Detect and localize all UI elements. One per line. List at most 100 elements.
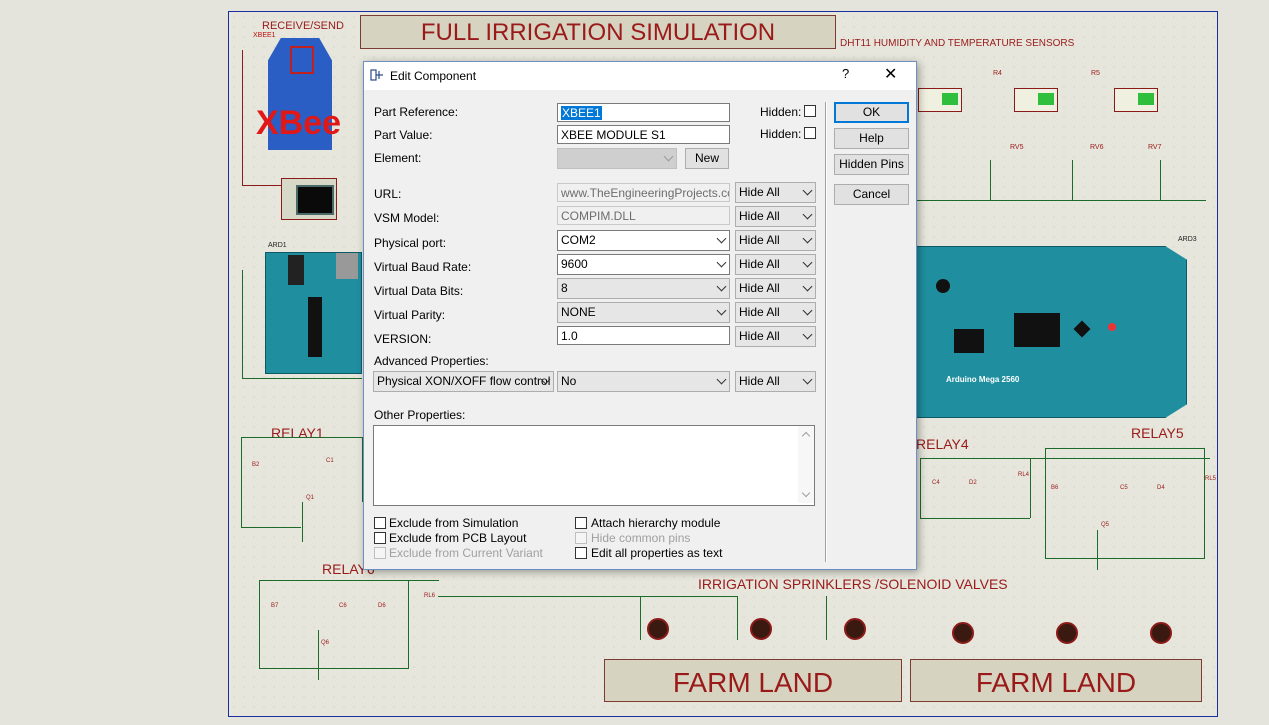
solenoid-valve-1[interactable] bbox=[647, 618, 669, 640]
dht11-sensor-2[interactable] bbox=[1014, 88, 1058, 112]
wire bbox=[737, 596, 738, 640]
arduino-mega-board[interactable]: Arduino Mega 2560 bbox=[915, 246, 1187, 418]
exclude-simulation-checkbox[interactable] bbox=[374, 517, 386, 529]
rv5-label: RV5 bbox=[1010, 144, 1024, 151]
advanced-value-select[interactable]: No bbox=[557, 371, 730, 392]
relay1-label: RELAY1 bbox=[271, 425, 324, 441]
advanced-property-select[interactable]: Physical XON/XOFF flow control bbox=[373, 371, 554, 392]
scroll-down-icon[interactable] bbox=[801, 488, 811, 498]
cancel-button[interactable]: Cancel bbox=[834, 184, 909, 205]
wire bbox=[1204, 448, 1205, 558]
version-visibility-select[interactable]: Hide All bbox=[735, 326, 816, 347]
cap-c4: C4 bbox=[932, 480, 940, 486]
element-select[interactable] bbox=[557, 148, 677, 169]
diode-d6: D6 bbox=[378, 603, 386, 609]
wire bbox=[302, 502, 303, 542]
solenoid-valve-2[interactable] bbox=[750, 618, 772, 640]
physical-port-select[interactable]: COM2 bbox=[557, 230, 730, 251]
hide-common-pins-checkbox[interactable] bbox=[575, 532, 587, 544]
ok-button[interactable]: OK bbox=[834, 102, 909, 123]
part-value-hidden-checkbox[interactable] bbox=[804, 127, 816, 139]
resistor-r4: R4 bbox=[993, 70, 1002, 77]
attach-hierarchy-label[interactable]: Attach hierarchy module bbox=[591, 516, 720, 530]
exclude-pcb-checkbox[interactable] bbox=[374, 532, 386, 544]
part-reference-input[interactable]: XBEE1 bbox=[557, 103, 730, 122]
chevron-down-icon bbox=[802, 185, 813, 196]
diode-d4: D4 bbox=[1157, 485, 1165, 491]
url-input[interactable]: www.TheEngineeringProjects.com bbox=[557, 183, 730, 202]
wire bbox=[259, 580, 439, 581]
advanced-visibility-select[interactable]: Hide All bbox=[735, 371, 816, 392]
virtual-parity-visibility-select[interactable]: Hide All bbox=[735, 302, 816, 323]
exclude-simulation-label[interactable]: Exclude from Simulation bbox=[389, 516, 518, 530]
xbee-module[interactable]: XBee bbox=[256, 38, 341, 150]
part-reference-label: Part Reference: bbox=[374, 105, 459, 119]
help-icon[interactable]: ? bbox=[842, 66, 849, 81]
wire bbox=[640, 596, 641, 640]
virtual-parity-select[interactable]: NONE bbox=[557, 302, 730, 323]
new-element-button[interactable]: New bbox=[685, 148, 729, 169]
textarea-scrollbar[interactable] bbox=[798, 426, 814, 503]
component-icon bbox=[370, 69, 383, 81]
physical-port-visibility-select[interactable]: Hide All bbox=[735, 230, 816, 251]
dht11-sensor-3[interactable] bbox=[1114, 88, 1158, 112]
xbee-logo: XBee bbox=[256, 104, 342, 142]
other-properties-textarea[interactable] bbox=[373, 425, 815, 506]
version-label: VERSION: bbox=[374, 332, 432, 346]
part-value-input[interactable]: XBEE MODULE S1 bbox=[557, 125, 730, 144]
wire bbox=[241, 437, 363, 438]
virtual-baud-label: Virtual Baud Rate: bbox=[374, 260, 472, 274]
part-reference-hidden-checkbox[interactable] bbox=[804, 105, 816, 117]
farm-land-left[interactable]: FARM LAND bbox=[604, 659, 902, 702]
vsm-model-input[interactable]: COMPIM.DLL bbox=[557, 206, 730, 225]
relay-coil-rl5: RL5 bbox=[1205, 476, 1217, 482]
wire bbox=[242, 270, 243, 378]
virtual-baud-visibility-select[interactable]: Hide All bbox=[735, 254, 816, 275]
wire bbox=[241, 437, 242, 527]
url-label: URL: bbox=[374, 187, 402, 201]
chevron-down-icon bbox=[802, 257, 813, 268]
wire bbox=[920, 518, 1030, 519]
cap-c5: C5 bbox=[1120, 485, 1128, 491]
arduino-uno-board[interactable] bbox=[265, 252, 362, 374]
chevron-down-icon bbox=[716, 374, 727, 385]
version-input[interactable]: 1.0 bbox=[557, 326, 730, 345]
solenoid-valve-6[interactable] bbox=[1150, 622, 1172, 644]
xbee-antenna bbox=[290, 46, 314, 74]
virtual-data-bits-visibility-select[interactable]: Hide All bbox=[735, 278, 816, 299]
vsm-model-visibility-select[interactable]: Hide All bbox=[735, 206, 816, 227]
edit-all-text-checkbox[interactable] bbox=[575, 547, 587, 559]
wire bbox=[259, 580, 260, 668]
attach-hierarchy-checkbox[interactable] bbox=[575, 517, 587, 529]
wire bbox=[1097, 530, 1098, 570]
chevron-down-icon bbox=[716, 233, 727, 244]
wire bbox=[1045, 448, 1205, 449]
virtual-data-bits-select[interactable]: 8 bbox=[557, 278, 730, 299]
battery-b7: B7 bbox=[271, 603, 279, 609]
help-button[interactable]: Help bbox=[834, 128, 909, 149]
close-icon[interactable]: ✕ bbox=[884, 64, 897, 84]
virtual-terminal[interactable] bbox=[281, 178, 337, 220]
resistor-r5: R5 bbox=[1091, 70, 1100, 77]
exclude-pcb-label[interactable]: Exclude from PCB Layout bbox=[389, 531, 526, 545]
virtual-baud-select[interactable]: 9600 bbox=[557, 254, 730, 275]
exclude-variant-checkbox[interactable] bbox=[374, 547, 386, 559]
wire bbox=[1072, 160, 1073, 200]
transistor-q6: Q6 bbox=[321, 640, 330, 646]
title-banner[interactable]: FULL IRRIGATION SIMULATION bbox=[360, 15, 836, 49]
edit-component-dialog[interactable]: Edit Component ? ✕ Part Reference: XBEE1… bbox=[363, 61, 917, 570]
farm-land-right[interactable]: FARM LAND bbox=[910, 659, 1202, 702]
solenoid-valve-5[interactable] bbox=[1056, 622, 1078, 644]
rv7-label: RV7 bbox=[1148, 144, 1162, 151]
edit-all-text-label[interactable]: Edit all properties as text bbox=[591, 546, 722, 560]
dialog-title-bar[interactable]: Edit Component ? ✕ bbox=[364, 62, 916, 90]
scroll-up-icon[interactable] bbox=[801, 431, 811, 441]
solenoid-valve-3[interactable] bbox=[844, 618, 866, 640]
dht11-sensor-1[interactable] bbox=[918, 88, 962, 112]
hide-common-pins-label: Hide common pins bbox=[591, 531, 691, 545]
wire bbox=[242, 185, 282, 186]
chevron-down-icon bbox=[716, 257, 727, 268]
url-visibility-select[interactable]: Hide All bbox=[735, 182, 816, 203]
hidden-pins-button[interactable]: Hidden Pins bbox=[834, 154, 909, 175]
solenoid-valve-4[interactable] bbox=[952, 622, 974, 644]
